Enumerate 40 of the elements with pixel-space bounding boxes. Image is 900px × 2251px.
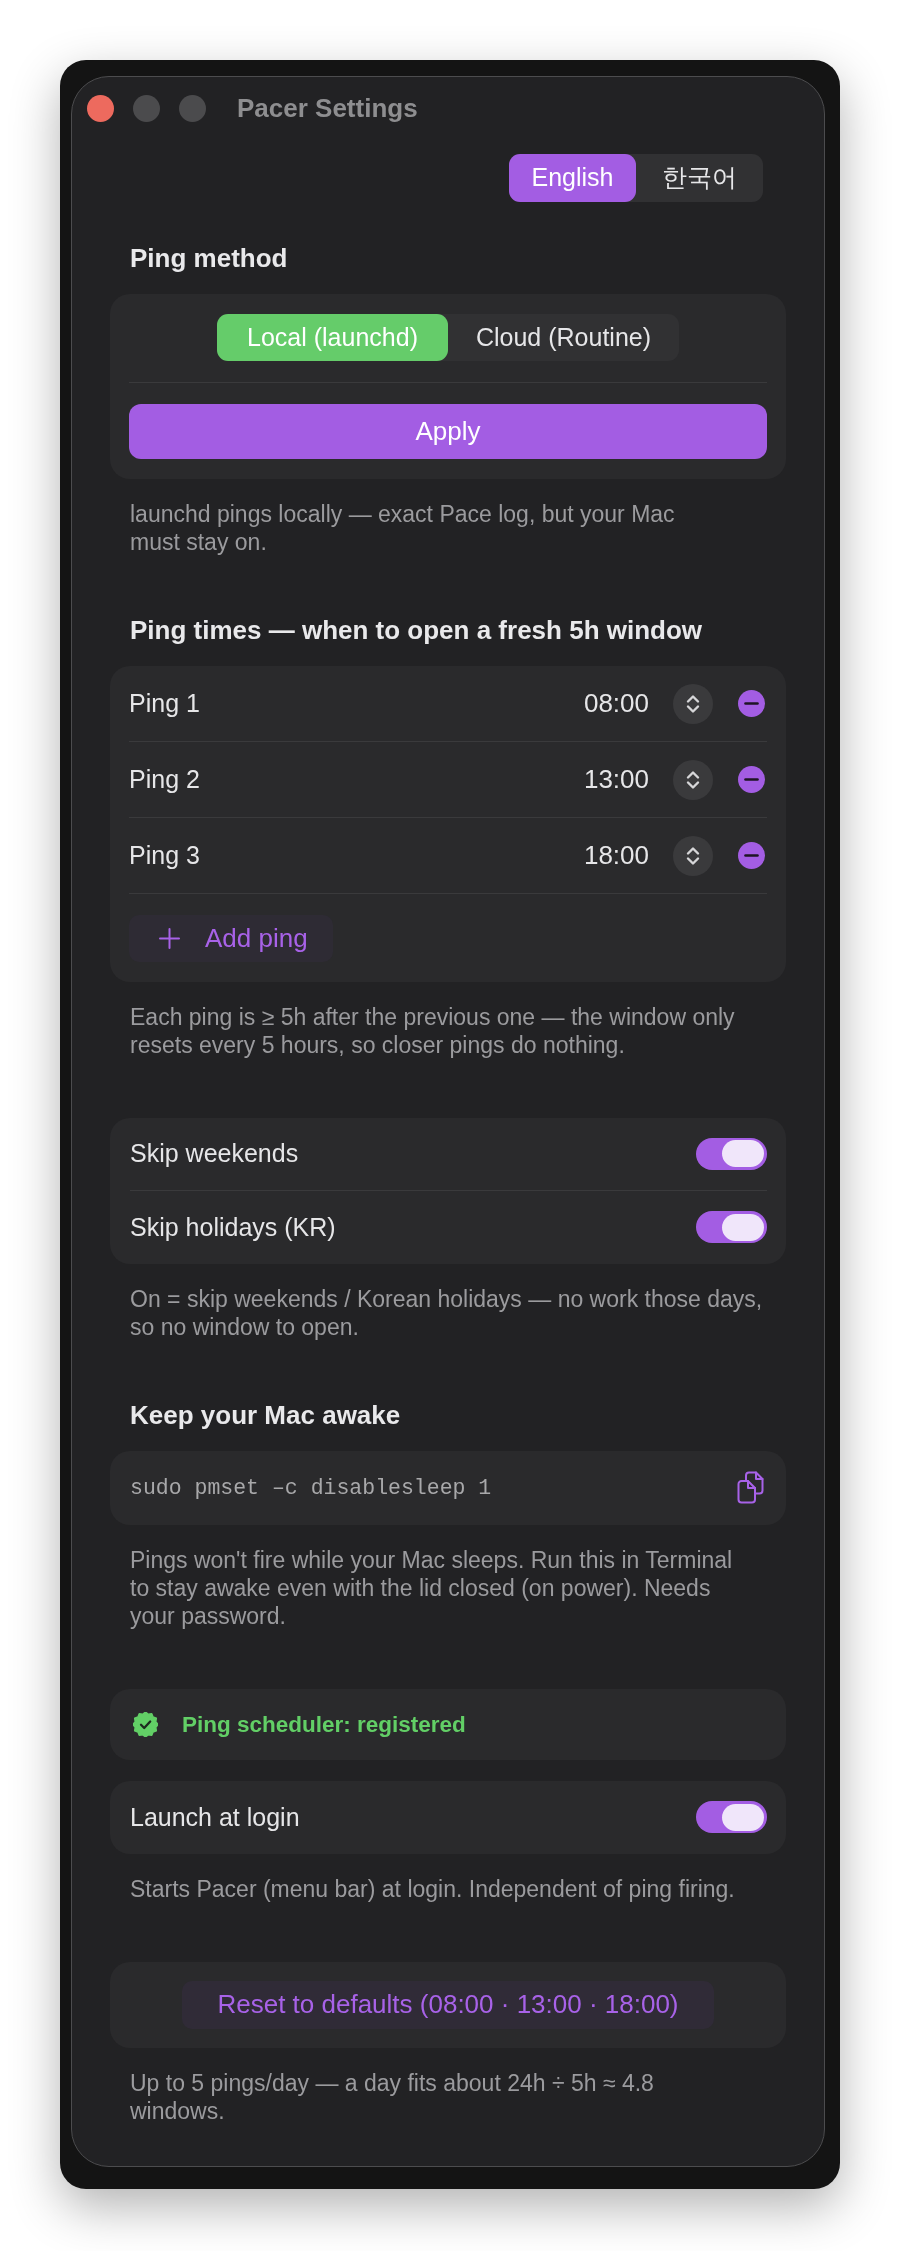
toggle-switch[interactable] [695,1137,767,1170]
ping-label: Ping 3 [129,841,200,870]
minus-icon[interactable] [738,690,765,717]
hint-text: On = skip weekends / Korean holidays — no work those days, so no window to open. [130,1284,764,1341]
up-down-chevron-icon[interactable] [673,835,713,876]
language-tab[interactable]: English [509,154,636,202]
toggle-switch[interactable] [695,1211,767,1244]
hint-text: launchd pings locally — exact Pace log, but your Mac must stay on. [130,500,676,556]
section-heading: Ping method [130,242,288,273]
command-text: sudo pmset –c disablesleep 1 [130,1475,492,1500]
time-value[interactable]: 13:00 [583,764,649,795]
reset-button[interactable]: Reset to defaults (08:00 · 13:00 · 18:00) [182,1981,714,2029]
close-button[interactable] [87,94,114,122]
up-down-chevron-icon[interactable] [673,759,713,800]
section-heading: Keep your Mac awake [130,1399,401,1430]
method-option[interactable]: Cloud (Routine) [448,313,679,361]
ping-label: Ping 2 [129,765,200,794]
minus-icon[interactable] [738,842,765,869]
language-tab[interactable]: 한국어 [636,154,763,202]
toggle-label: Skip holidays (KR) [130,1212,336,1242]
hint-text: Each ping is ≥ 5h after the previous one — the window only resets every 5 hours, so closer pings do nothing. [130,1002,736,1059]
window-title: Pacer Settings [237,92,418,124]
section-heading: Ping times — when to open a fresh 5h window [130,615,703,645]
toggle-label: Launch at login [130,1802,300,1832]
copy-icon[interactable] [737,1471,764,1505]
ping-label: Ping 1 [129,689,200,718]
time-value[interactable]: 18:00 [583,840,649,871]
toggle-switch[interactable] [695,1801,767,1834]
minus-icon[interactable] [738,766,765,793]
hint-text: Up to 5 pings/day — a day fits about 24h ÷ 5h ≈ 4.8 windows. [130,2068,655,2125]
hint-text: Pings won't fire while your Mac sleeps. Run this in Terminal to stay awake even with the lid closed (on power). Needs your password. [130,1546,734,1630]
up-down-chevron-icon[interactable] [673,683,713,724]
time-value[interactable]: 08:00 [583,688,649,719]
add-ping-button[interactable]: Add ping [129,915,333,962]
status-text: Ping scheduler: registered [182,1711,466,1738]
check-badge-icon [133,1712,158,1737]
hint-text: Starts Pacer (menu bar) at login. Independent of ping firing. [130,1874,735,1903]
apply-button[interactable]: Apply [129,404,767,459]
toggle-label: Skip weekends [130,1139,299,1169]
plus-icon [159,928,180,949]
